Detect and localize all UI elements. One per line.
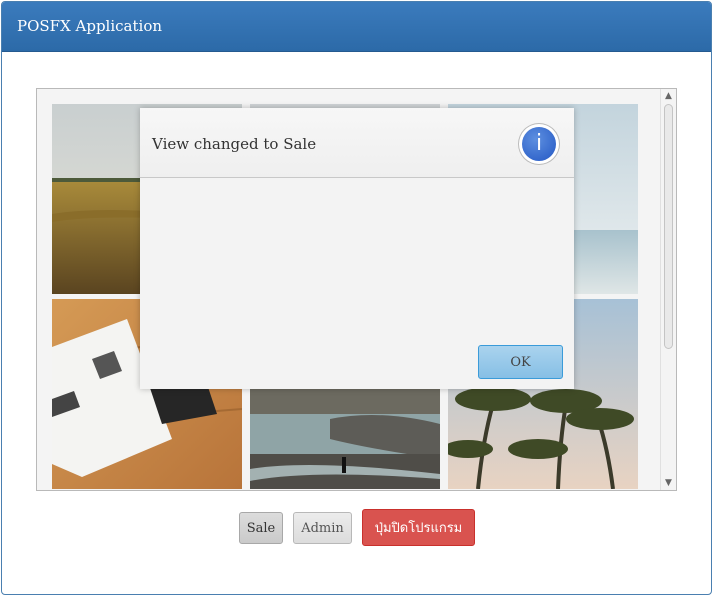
quit-program-button[interactable]: ปุ่มปิดโปรแกรม (362, 509, 475, 546)
scroll-thumb[interactable] (664, 104, 673, 349)
dialog-header: View changed to Sale i (140, 108, 574, 178)
title-bar: POSFX Application (2, 2, 711, 52)
scroll-down-icon[interactable]: ▼ (661, 476, 676, 490)
dialog-message: View changed to Sale (152, 135, 317, 153)
scroll-up-icon[interactable]: ▲ (661, 89, 676, 103)
window-title: POSFX Application (17, 17, 163, 35)
gallery-scrollbar[interactable]: ▲ ▼ (660, 89, 676, 490)
sale-button[interactable]: Sale (239, 512, 283, 544)
info-dialog: View changed to Sale i OK (140, 108, 574, 389)
ok-button[interactable]: OK (478, 345, 563, 379)
admin-button[interactable]: Admin (293, 512, 352, 544)
app-window: POSFX Application ▲ ▼ Sale Admin ปุ่มปิด… (1, 1, 712, 595)
river-with-rocks-photo[interactable] (250, 389, 440, 489)
info-icon: i (519, 124, 559, 164)
